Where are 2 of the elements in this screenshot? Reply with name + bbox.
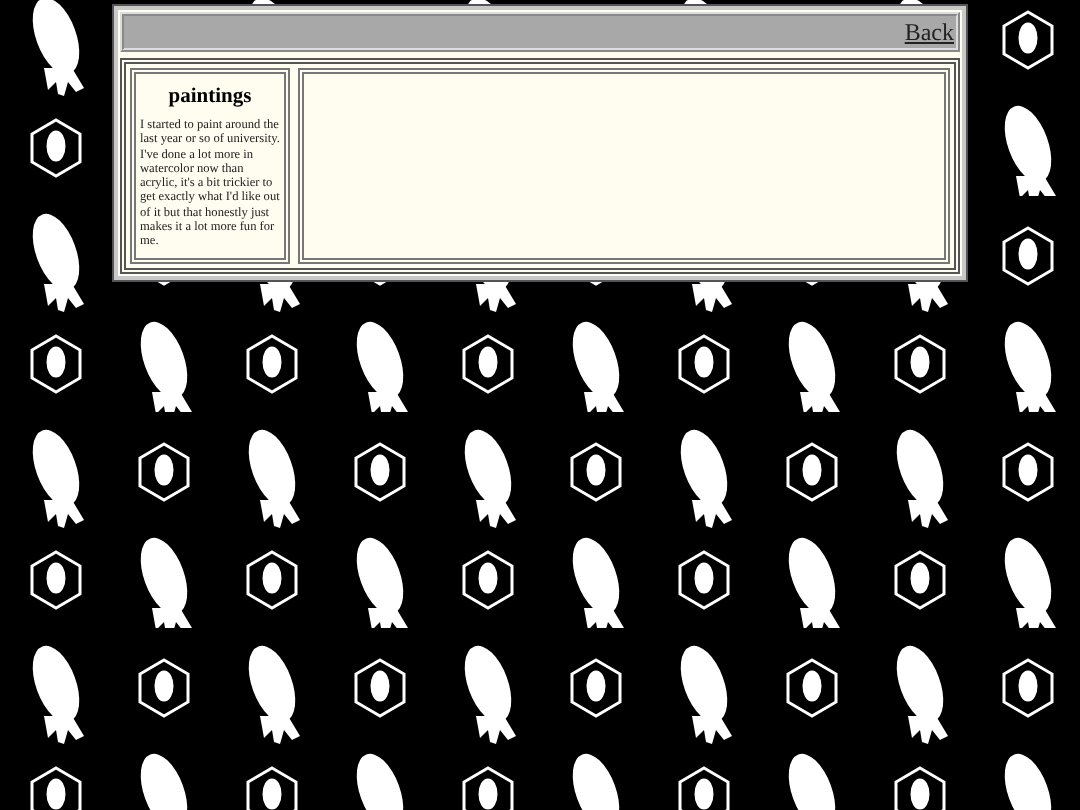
- sidebar-title: paintings: [166, 86, 254, 108]
- back-link[interactable]: Back: [904, 17, 954, 47]
